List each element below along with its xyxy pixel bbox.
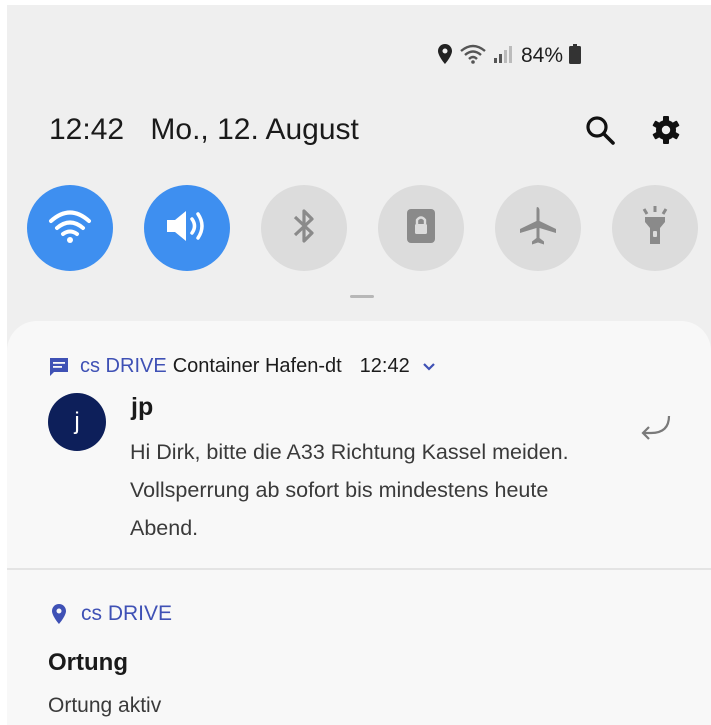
bluetooth-icon [290,206,318,251]
toggle-sound[interactable] [144,185,230,271]
signal-icon [493,44,513,69]
message-text: Hi Dirk, bitte die A33 Richtung Kassel m… [130,440,569,540]
divider [7,568,711,570]
chevron-down-icon[interactable] [422,362,436,372]
date: Mo., 12. August [150,113,359,146]
flashlight-icon [637,204,673,253]
header-datetime: 12:42 Mo., 12. August [49,113,359,147]
sender-name: jp [131,393,154,421]
panel-handle[interactable] [350,295,374,298]
location-icon [51,603,67,625]
wifi-icon [459,44,487,69]
location-icon [437,43,453,70]
speaker-icon [164,207,210,250]
notifications-card: cs DRIVE Container Hafen-dt 12:42 j jp H… [7,321,711,725]
notification-time: 12:42 [359,355,410,377]
lock-rotation-icon [404,206,438,251]
reply-icon[interactable] [639,413,673,448]
toggle-flashlight[interactable] [612,185,698,271]
header-actions [583,113,683,147]
wifi-icon [48,208,92,249]
toggle-airplane[interactable] [495,185,581,271]
notification-title: Ortung [48,649,128,676]
message-icon [48,356,70,378]
search-icon[interactable] [583,113,617,147]
avatar: j [48,393,106,451]
notification-header: cs DRIVE [51,602,172,626]
toggle-wifi[interactable] [27,185,113,271]
clock: 12:42 [49,113,125,146]
airplane-icon [516,204,560,253]
notification-subtitle: Container Hafen-dt [172,355,342,377]
notification-header: cs DRIVE Container Hafen-dt 12:42 [48,355,436,378]
status-bar: 84% [437,41,581,71]
toggle-screen-lock[interactable] [378,185,464,271]
notification-shade: 84% 12:42 Mo., 12. August cs DRIVE Conta… [7,5,711,725]
app-name: cs DRIVE [81,602,173,625]
battery-percent: 84% [520,44,563,67]
battery-icon [569,43,581,69]
toggle-bluetooth[interactable] [261,185,347,271]
app-name: cs DRIVE [80,355,167,377]
gear-icon[interactable] [649,113,683,147]
notification-text: Ortung aktiv [48,694,162,717]
